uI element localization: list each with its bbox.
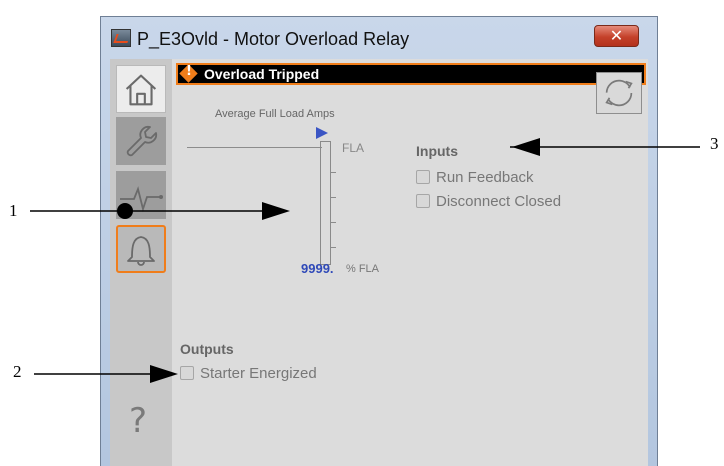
gauge-axis-line: [187, 147, 322, 148]
reset-acknowledge-button[interactable]: [596, 72, 642, 114]
help-icon: ?: [129, 401, 148, 441]
gauge-tick: [331, 222, 336, 223]
alarm-banner: ! Overload Tripped: [176, 63, 646, 85]
faceplate-client: ? ! Overload Tripped Average Full Load A…: [110, 59, 648, 466]
output-label: Starter Energized: [200, 365, 317, 382]
callout-number-2: 2: [13, 362, 22, 381]
status-checkbox: [416, 170, 430, 184]
title-bar[interactable]: P_E3Ovld - Motor Overload Relay ✕: [101, 17, 657, 59]
outputs-header: Outputs: [180, 341, 234, 357]
gauge-unit: % FLA: [346, 263, 380, 275]
gauge-caption: Average Full Load Amps: [215, 108, 335, 120]
sidebar-item-trends[interactable]: [116, 171, 166, 219]
gauge-pointer-icon: [316, 127, 328, 139]
gauge-tick: [331, 197, 336, 198]
callout-number-1: 1: [9, 201, 18, 220]
bell-icon: [127, 236, 155, 266]
home-icon: [125, 74, 157, 106]
gauge-tick: [331, 172, 336, 173]
gauge-tick: [331, 247, 336, 248]
reset-icon: [605, 79, 633, 107]
alarm-status-text: Overload Tripped: [204, 66, 320, 82]
sidebar: ?: [110, 59, 172, 466]
gauge-value: 9999.: [301, 261, 334, 276]
callout-number-3: 3: [710, 134, 719, 153]
input-label: Disconnect Closed: [436, 193, 562, 210]
input-label: Run Feedback: [436, 169, 534, 186]
inputs-header: Inputs: [416, 143, 458, 159]
sidebar-item-home[interactable]: [116, 65, 166, 113]
gauge-bar: [320, 141, 331, 265]
status-checkbox: [180, 366, 194, 380]
faceplate-window: P_E3Ovld - Motor Overload Relay ✕ ? ! Ov…: [100, 16, 658, 466]
status-checkbox: [416, 194, 430, 208]
sidebar-item-maintenance[interactable]: [116, 117, 166, 165]
close-button[interactable]: ✕: [594, 25, 639, 47]
wrench-icon: [126, 125, 158, 157]
close-icon: ✕: [609, 26, 624, 45]
fla-label: FLA: [342, 141, 365, 155]
alarms-tab-content: ! Overload Tripped Average Full Load Amp…: [172, 59, 648, 466]
app-icon: [111, 29, 131, 47]
window-title: P_E3Ovld - Motor Overload Relay: [137, 29, 410, 49]
trend-icon: [120, 186, 163, 213]
alarm-exclamation-icon: !: [186, 64, 192, 79]
sidebar-item-help[interactable]: ?: [116, 399, 166, 447]
sidebar-item-alarms[interactable]: [116, 225, 166, 273]
